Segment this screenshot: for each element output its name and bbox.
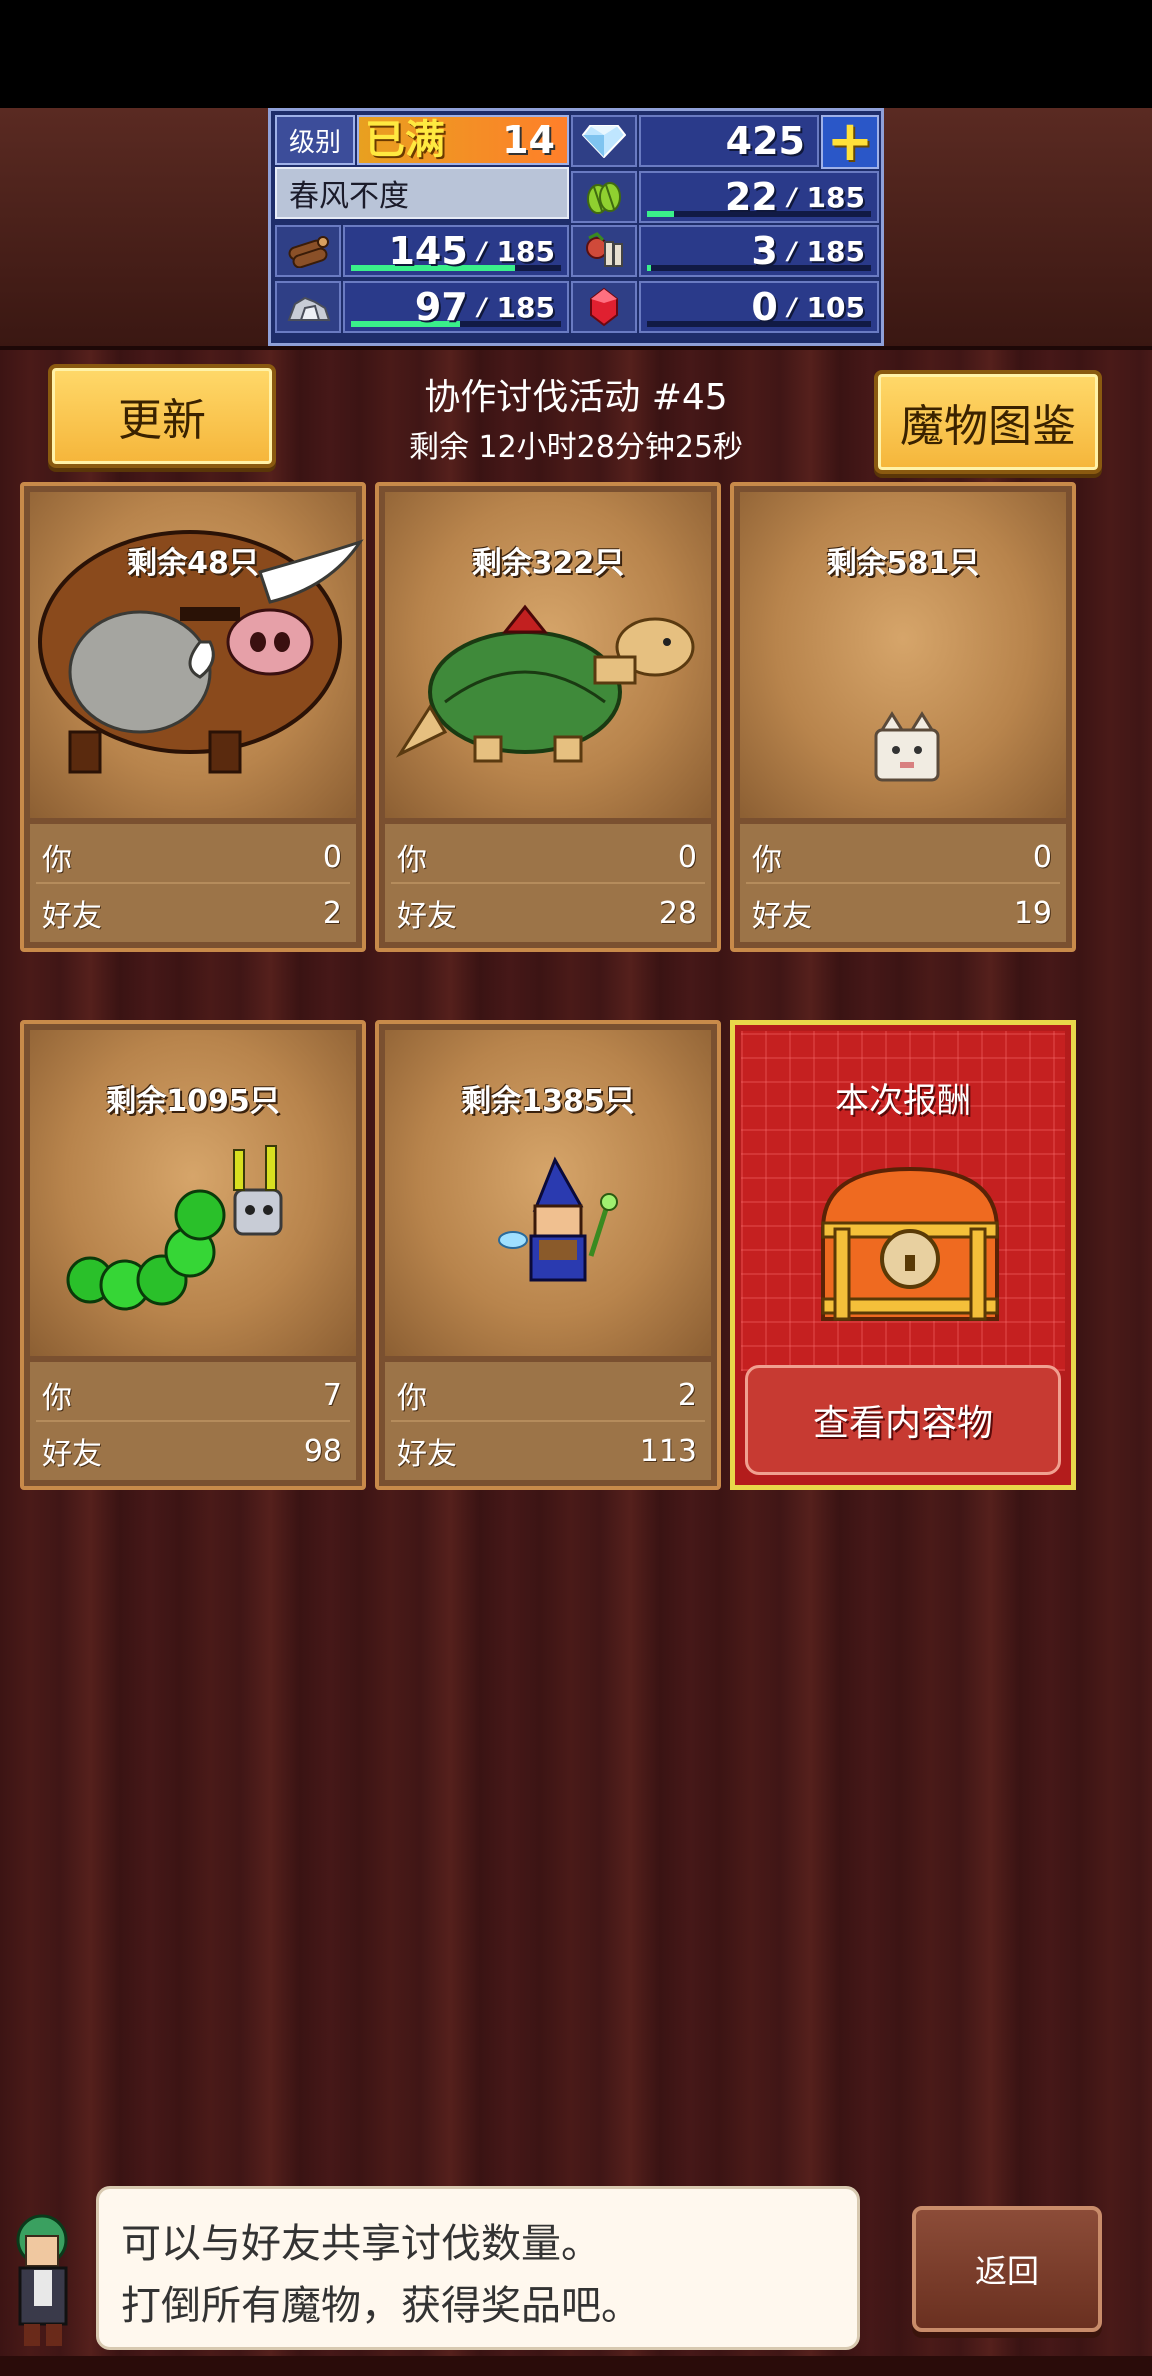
- ruby-value: 0: [751, 285, 778, 329]
- event-timer: 剩余 12小时28分钟25秒: [408, 430, 744, 465]
- grass-icon: [571, 171, 637, 223]
- wood-icon: [275, 225, 341, 277]
- food-max: 185: [806, 234, 865, 268]
- monster-card-turtle[interactable]: 剩余322只 你 0 好友 28: [375, 482, 721, 952]
- gem-counter: 425: [639, 115, 819, 167]
- you-count: 0: [677, 839, 697, 875]
- food-counter: 3/185: [639, 225, 879, 277]
- remaining-count: 剩余1095只: [106, 1084, 280, 1119]
- view-contents-button[interactable]: 查看内容物: [745, 1365, 1061, 1475]
- treasure-chest-icon: [820, 1166, 1000, 1321]
- event-title: 协作讨伐活动 #45: [424, 377, 728, 418]
- grass-value: 22: [724, 175, 778, 219]
- friend-label: 好友: [42, 1437, 102, 1472]
- bottom-strip: [0, 2356, 1152, 2376]
- header-divider: [0, 346, 1152, 350]
- kill-stats: 你 0 好友 2: [30, 824, 356, 942]
- reward-card: 本次报酬 查看内容物: [730, 1020, 1076, 1490]
- level-bar: 已满 14: [357, 115, 569, 165]
- you-label: 你: [752, 843, 782, 878]
- grass-bar: [647, 211, 674, 217]
- friend-count: 28: [658, 895, 697, 931]
- you-count: 0: [322, 839, 342, 875]
- hint-line-2: 打倒所有魔物，获得奖品吧。: [121, 2283, 641, 2329]
- hint-line-1: 可以与好友共享讨伐数量。: [121, 2221, 601, 2267]
- player-name: 春风不度: [275, 167, 569, 219]
- diamond-icon: [571, 115, 637, 167]
- plus-icon: +: [826, 109, 874, 174]
- level-label: 级别: [275, 115, 355, 165]
- wood-max: 185: [496, 234, 555, 268]
- friend-label: 好友: [752, 899, 812, 934]
- food-icon: [571, 225, 637, 277]
- remaining-count: 剩余581只: [826, 546, 980, 581]
- remaining-count: 剩余1385只: [461, 1084, 635, 1119]
- hint-dialog: 可以与好友共享讨伐数量。 打倒所有魔物，获得奖品吧。: [96, 2186, 860, 2350]
- back-button[interactable]: 返回: [912, 2206, 1102, 2332]
- kill-stats: 你 0 好友 19: [740, 824, 1066, 942]
- friend-label: 好友: [397, 899, 457, 934]
- refresh-button[interactable]: 更新: [48, 364, 276, 468]
- remaining-count: 剩余48只: [127, 546, 259, 581]
- wood-value: 145: [388, 229, 468, 273]
- system-status-bar: [0, 0, 1152, 108]
- stone-value: 97: [414, 285, 468, 329]
- kill-stats: 你 7 好友 98: [30, 1362, 356, 1480]
- you-label: 你: [397, 1381, 427, 1416]
- level-max-label: 已满: [365, 117, 445, 163]
- you-label: 你: [42, 1381, 72, 1416]
- monster-card-caterpillar[interactable]: 剩余1095只 你 7 好友 98: [20, 1020, 366, 1490]
- reward-title: 本次报酬: [835, 1081, 971, 1121]
- you-label: 你: [42, 843, 72, 878]
- monster-card-wizard[interactable]: 剩余1385只 你 2 好友 113: [375, 1020, 721, 1490]
- friend-label: 好友: [42, 899, 102, 934]
- monster-card-boar[interactable]: 剩余48只 你 0 好友 2: [20, 482, 366, 952]
- bestiary-button[interactable]: 魔物图鉴: [874, 370, 1102, 474]
- grass-counter: 22/185: [639, 171, 879, 223]
- food-value: 3: [751, 229, 778, 273]
- wood-counter: 145/185: [343, 225, 569, 277]
- gem-value: 425: [725, 119, 805, 163]
- player-status-panel: 级别 已满 14 425 + 春风不度 22/185 145/185 3/185: [268, 108, 884, 346]
- friend-count: 19: [1013, 895, 1052, 931]
- friend-count: 98: [303, 1433, 342, 1469]
- stone-icon: [275, 281, 341, 333]
- grass-max: 185: [806, 180, 865, 214]
- friend-label: 好友: [397, 1437, 457, 1472]
- kill-stats: 你 0 好友 28: [385, 824, 711, 942]
- advisor-avatar: [0, 2200, 90, 2350]
- ruby-counter: 0/105: [639, 281, 879, 333]
- kill-stats: 你 2 好友 113: [385, 1362, 711, 1480]
- you-count: 2: [677, 1377, 697, 1413]
- you-label: 你: [397, 843, 427, 878]
- friend-count: 113: [639, 1433, 697, 1469]
- stone-counter: 97/185: [343, 281, 569, 333]
- buy-gems-plus-button[interactable]: +: [821, 109, 879, 174]
- stone-max: 185: [496, 290, 555, 324]
- ruby-max: 105: [806, 290, 865, 324]
- friend-count: 2: [322, 895, 342, 931]
- food-bar: [647, 265, 652, 271]
- level-value: 14: [502, 118, 555, 162]
- ruby-icon: [571, 281, 637, 333]
- you-count: 7: [322, 1377, 342, 1413]
- remaining-count: 剩余322只: [471, 546, 625, 581]
- you-count: 0: [1032, 839, 1052, 875]
- monster-card-tofu[interactable]: 剩余581只 你 0 好友 19: [730, 482, 1076, 952]
